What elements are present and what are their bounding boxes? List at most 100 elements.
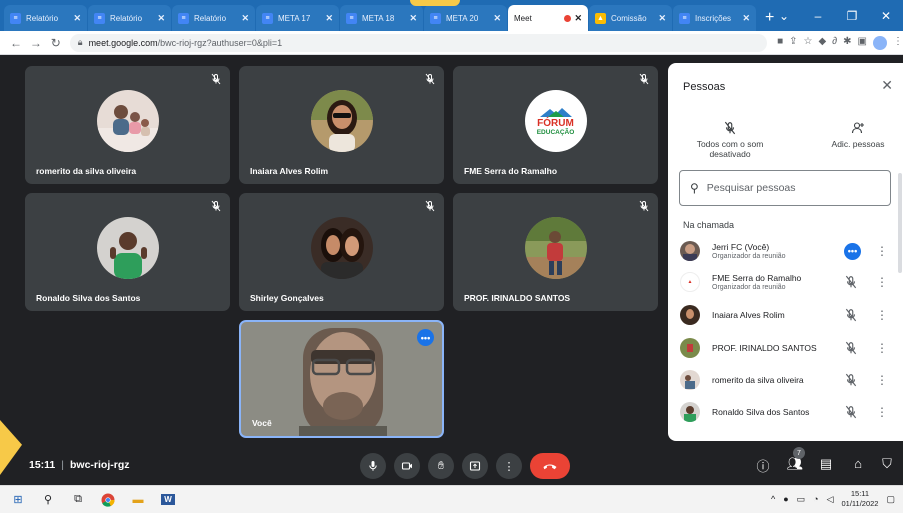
address-bar[interactable]: 🔒︎ meet.google.com/bwc-rioj-rgz?authuser… xyxy=(69,33,768,52)
participant-tile[interactable]: FÓRUM EDUCAÇÃO FME Serra do Ramalho xyxy=(453,66,658,184)
kebab-menu-icon[interactable]: ⋮ xyxy=(876,275,888,289)
close-icon[interactable]: ✕ xyxy=(881,77,893,94)
mic-tray-icon[interactable]: ● xyxy=(783,494,788,504)
browser-tab[interactable]: ≡ META 20 ✕ xyxy=(424,5,507,31)
close-window-icon[interactable]: ✕ xyxy=(869,9,903,23)
share-icon[interactable]: ⇪ xyxy=(789,36,797,50)
close-tab-icon[interactable]: ✕ xyxy=(157,13,165,24)
kebab-menu-icon[interactable]: ⋮ xyxy=(876,308,888,322)
add-people-button[interactable]: Adic. pessoas xyxy=(823,117,893,149)
kebab-menu-icon[interactable]: ⋮ xyxy=(876,373,888,387)
wifi-icon[interactable]: ◔ xyxy=(813,494,818,504)
search-icon[interactable]: ⚲ xyxy=(36,490,60,510)
close-tab-icon[interactable]: ✕ xyxy=(658,13,666,24)
close-tab-icon[interactable]: ✕ xyxy=(409,13,417,24)
chevron-up-icon[interactable]: ^ xyxy=(771,494,775,504)
browser-tab[interactable]: ≡ Inscrições ✕ xyxy=(673,5,756,31)
browser-tab-active[interactable]: ▸Meet✕ xyxy=(508,5,588,31)
menu-icon[interactable]: ⋮ xyxy=(893,36,903,50)
participant-list-item[interactable]: ▲ FME Serra do Ramalho Organizador da reu… xyxy=(668,267,903,297)
browser-tab[interactable]: ≡ Relatório ✕ xyxy=(172,5,255,31)
notifications-icon[interactable]: ▢ xyxy=(886,494,895,505)
camera-toggle-button[interactable] xyxy=(394,453,420,479)
meeting-details-icon[interactable]: ⓘ xyxy=(754,456,772,475)
profile-avatar[interactable] xyxy=(873,35,887,50)
mute-all-button[interactable]: Todos com o som desativado xyxy=(680,117,780,159)
close-tab-icon[interactable]: ✕ xyxy=(574,13,582,24)
participant-count-badge: 7 xyxy=(793,447,805,459)
extension-icon[interactable]: ◆ xyxy=(819,36,827,50)
chrome-icon[interactable] xyxy=(96,490,120,510)
people-panel: Pessoas ✕ Todos com o som desativado Adi… xyxy=(668,63,903,441)
windows-start-icon[interactable]: ⊞ xyxy=(6,490,30,510)
close-tab-icon[interactable]: ✕ xyxy=(742,13,750,24)
drive-icon: ▲ xyxy=(595,12,606,24)
file-explorer-icon[interactable]: ▬ xyxy=(126,490,150,510)
participant-tile[interactable]: Inaiara Alves Rolim xyxy=(239,66,444,184)
participant-list-item[interactable]: Ronaldo Silva dos Santos ⋮ xyxy=(668,397,903,427)
mic-off-icon xyxy=(639,200,649,212)
chat-icon[interactable]: ▤ xyxy=(817,456,835,472)
back-icon[interactable]: ← xyxy=(6,36,26,50)
self-view-tile[interactable]: ••• Você xyxy=(239,320,444,438)
sidepanel-icon[interactable]: ▣ xyxy=(858,36,867,50)
participant-tile[interactable]: romerito da silva oliveira xyxy=(25,66,230,184)
mic-toggle-button[interactable] xyxy=(360,453,386,479)
kebab-menu-icon[interactable]: ⋮ xyxy=(876,405,888,419)
docs-icon: ≡ xyxy=(94,12,105,24)
minimize-icon[interactable]: – xyxy=(801,9,835,23)
participant-tile[interactable]: Ronaldo Silva dos Santos xyxy=(25,193,230,311)
browser-tab[interactable]: ≡ META 17 ✕ xyxy=(256,5,339,31)
participant-tile[interactable]: PROF. IRINALDO SANTOS xyxy=(453,193,658,311)
puzzle-icon[interactable]: ✱ xyxy=(843,36,851,50)
browser-tab[interactable]: ≡ META 18 ✕ xyxy=(340,5,423,31)
end-call-button[interactable] xyxy=(530,453,570,479)
link-icon[interactable]: ∂ xyxy=(832,36,837,50)
docs-icon: ≡ xyxy=(262,12,273,24)
avatar xyxy=(310,217,373,279)
reload-icon[interactable]: ↻ xyxy=(46,36,66,50)
raise-hand-button[interactable]: ✋︎ xyxy=(428,453,454,479)
more-options-icon[interactable]: ••• xyxy=(417,329,434,346)
kebab-menu-icon[interactable]: ⋮ xyxy=(876,341,888,355)
more-options-button[interactable]: ⋮ xyxy=(496,453,522,479)
mic-off-icon xyxy=(845,275,857,289)
close-tab-icon[interactable]: ✕ xyxy=(325,13,333,24)
participant-list-item[interactable]: romerito da silva oliveira ⋮ xyxy=(668,365,903,395)
end-call-icon xyxy=(543,464,557,470)
avatar xyxy=(680,338,700,358)
kebab-menu-icon[interactable]: ⋮ xyxy=(876,244,888,258)
forum-logo: FÓRUM EDUCAÇÃO xyxy=(524,90,587,152)
tab-search-icon[interactable]: ⌄ xyxy=(767,9,801,23)
participant-list-item[interactable]: PROF. IRINALDO SANTOS ⋮ xyxy=(668,333,903,363)
browser-tab[interactable]: ▲ Comissão ✕ xyxy=(589,5,672,31)
mic-off-icon xyxy=(425,200,435,212)
clock[interactable]: 15:11 01/11/2022 xyxy=(842,489,879,509)
present-screen-button[interactable] xyxy=(462,453,488,479)
close-tab-icon[interactable]: ✕ xyxy=(241,13,249,24)
forward-icon[interactable]: → xyxy=(26,36,46,50)
camera-icon xyxy=(401,462,412,470)
host-controls-icon[interactable]: ⛉ xyxy=(878,456,896,472)
mic-off-icon xyxy=(639,73,649,85)
participant-list-item[interactable]: Inaiara Alves Rolim ⋮ xyxy=(668,300,903,330)
maximize-icon[interactable]: ❐ xyxy=(835,9,869,23)
browser-tab[interactable]: ≡ Relatório ✕ xyxy=(4,5,87,31)
volume-icon[interactable]: ◁ xyxy=(827,494,834,505)
task-view-icon[interactable]: ⧉ xyxy=(66,490,90,510)
avatar xyxy=(680,305,700,325)
search-people-input[interactable]: ⚲ Pesquisar pessoas xyxy=(679,170,891,206)
close-tab-icon[interactable]: ✕ xyxy=(73,13,81,24)
camera-permission-icon[interactable]: ■ xyxy=(777,36,783,50)
bookmark-star-icon[interactable]: ☆ xyxy=(804,36,813,50)
close-tab-icon[interactable]: ✕ xyxy=(493,13,501,24)
participant-tile[interactable]: Shirley Gonçalves xyxy=(239,193,444,311)
docs-icon: ≡ xyxy=(10,12,21,24)
browser-tab[interactable]: ≡ Relatório ✕ xyxy=(88,5,171,31)
more-options-icon[interactable]: ••• xyxy=(844,242,861,260)
activities-icon[interactable]: ⌂ xyxy=(849,456,867,471)
participant-name: Ronaldo Silva dos Santos xyxy=(36,293,141,303)
word-icon[interactable]: W xyxy=(156,490,180,510)
battery-icon[interactable]: ▭ xyxy=(797,494,806,505)
participant-list-item[interactable]: Jerri FC (Você) Organizador da reunião ••… xyxy=(668,236,903,266)
